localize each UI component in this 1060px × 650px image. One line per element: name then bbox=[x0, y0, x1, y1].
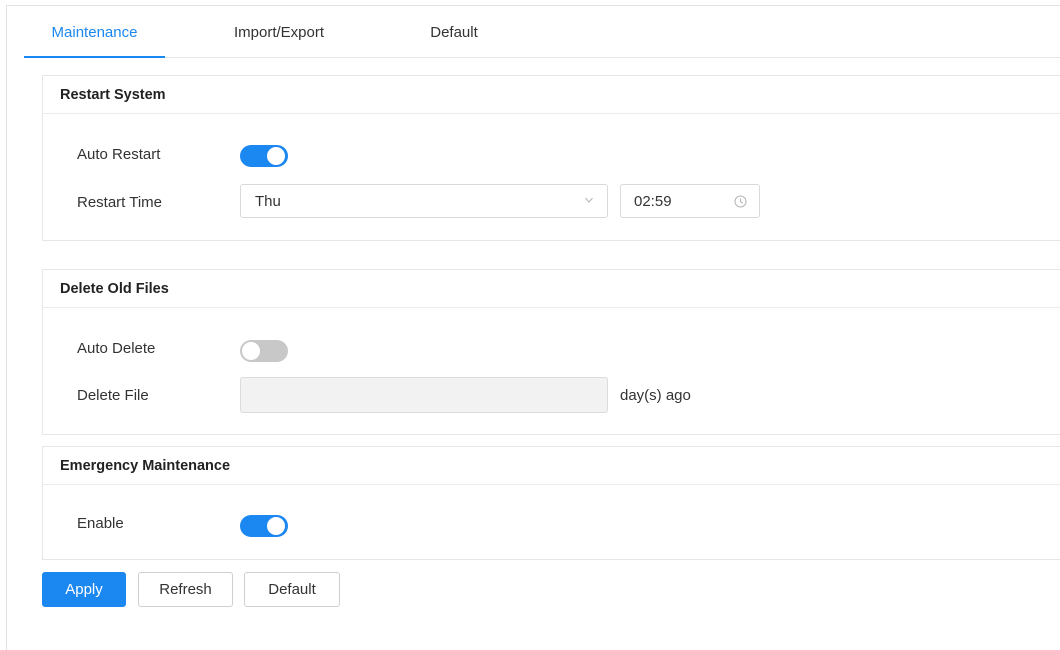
default-button[interactable]: Default bbox=[244, 572, 340, 607]
auto-restart-label: Auto Restart bbox=[77, 146, 161, 163]
restart-time-label: Restart Time bbox=[77, 194, 163, 211]
restart-time-picker[interactable]: 02:59 bbox=[620, 184, 760, 218]
tab-import-export[interactable]: Import/Export bbox=[204, 16, 354, 57]
restart-day-value: Thu bbox=[255, 193, 281, 210]
emergency-maintenance-toggle[interactable] bbox=[240, 515, 288, 537]
restart-system-panel: Restart System Auto Restart Restart Time… bbox=[42, 75, 1060, 241]
toggle-knob bbox=[242, 342, 260, 360]
tab-default[interactable]: Default bbox=[404, 16, 504, 57]
apply-button[interactable]: Apply bbox=[42, 572, 126, 607]
toggle-knob bbox=[267, 517, 285, 535]
enable-label: Enable bbox=[77, 515, 124, 532]
refresh-button[interactable]: Refresh bbox=[138, 572, 233, 607]
delete-file-label: Delete File bbox=[77, 387, 149, 404]
tab-bar: Maintenance Import/Export Default bbox=[24, 16, 1060, 58]
emergency-maintenance-panel: Emergency Maintenance Enable bbox=[42, 446, 1060, 560]
restart-day-select[interactable]: Thu bbox=[240, 184, 608, 218]
clock-icon bbox=[734, 195, 747, 208]
restart-system-title: Restart System bbox=[43, 76, 1060, 114]
delete-file-days-input[interactable] bbox=[240, 377, 608, 413]
delete-old-files-panel: Delete Old Files Auto Delete Delete File… bbox=[42, 269, 1060, 435]
toggle-knob bbox=[267, 147, 285, 165]
chevron-down-icon bbox=[585, 197, 593, 203]
emergency-maintenance-title: Emergency Maintenance bbox=[43, 447, 1060, 485]
auto-restart-toggle[interactable] bbox=[240, 145, 288, 167]
auto-delete-label: Auto Delete bbox=[77, 340, 156, 357]
tab-maintenance[interactable]: Maintenance bbox=[24, 16, 165, 58]
days-ago-unit: day(s) ago bbox=[620, 387, 691, 404]
delete-old-files-title: Delete Old Files bbox=[43, 270, 1060, 308]
restart-time-value: 02:59 bbox=[634, 193, 672, 210]
auto-delete-toggle[interactable] bbox=[240, 340, 288, 362]
